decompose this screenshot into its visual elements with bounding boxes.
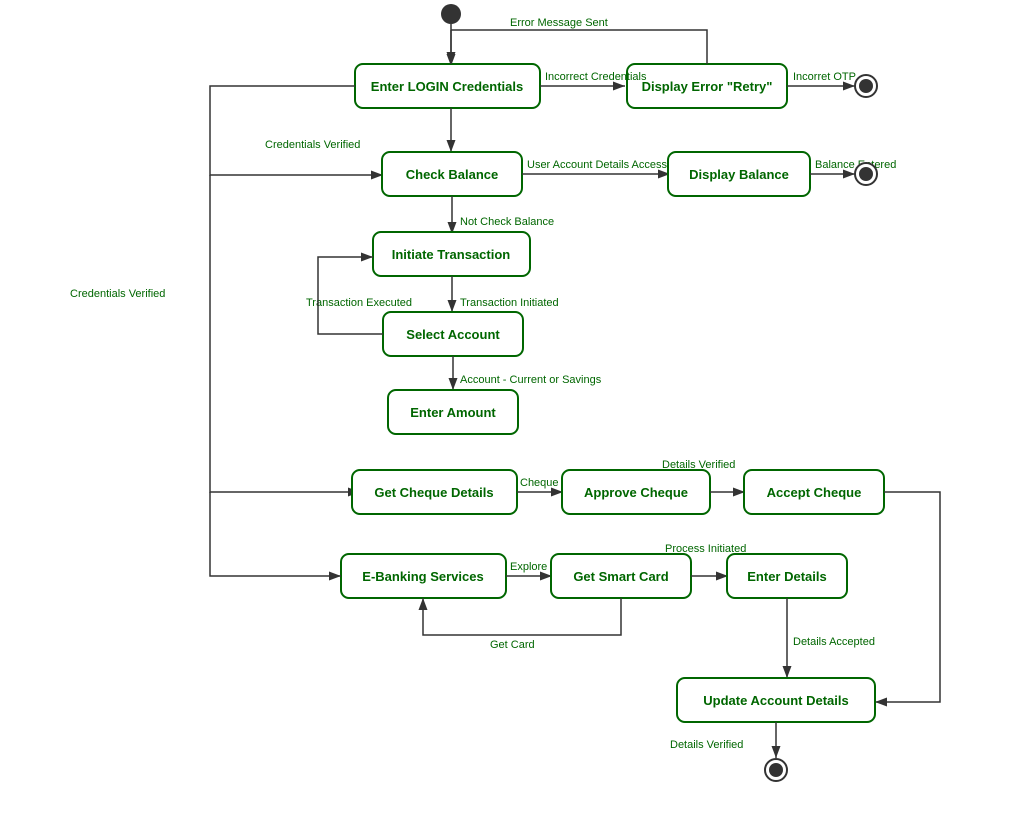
details-accepted-label: Details Accepted bbox=[793, 636, 875, 648]
enteramt-label: Enter Amount bbox=[410, 405, 496, 420]
login-label: Enter LOGIN Credentials bbox=[371, 79, 523, 94]
details-verified-label: Details Verified bbox=[662, 459, 735, 471]
getcard-label: Get Card bbox=[490, 639, 535, 651]
final-state-2-inner bbox=[859, 167, 873, 181]
incorrect-creds-label: Incorrect Credentials bbox=[545, 71, 647, 83]
user-acc-label: User Account Details Accessed bbox=[527, 159, 679, 171]
acceptcheque-label: Accept Cheque bbox=[767, 485, 862, 500]
details-verified2-label: Details Verified bbox=[670, 739, 743, 751]
getcard-path bbox=[423, 598, 621, 635]
diagram-svg: Enter LOGIN Credentials Display Error "R… bbox=[0, 0, 1022, 810]
getcheque-label: Get Cheque Details bbox=[374, 485, 493, 500]
selectacc-label: Select Account bbox=[406, 327, 500, 342]
accept-to-update-path bbox=[875, 492, 940, 702]
approvecheque-label: Approve Cheque bbox=[584, 485, 688, 500]
checkbal-label: Check Balance bbox=[406, 167, 499, 182]
not-checkbal-label: Not Check Balance bbox=[460, 216, 554, 228]
initial-state bbox=[441, 4, 461, 24]
trans-executed-label: Transaction Executed bbox=[306, 297, 412, 309]
final-state-1-inner bbox=[859, 79, 873, 93]
explore-label: Explore bbox=[510, 561, 547, 573]
error-msg-arrow bbox=[451, 30, 707, 64]
updateacc-label: Update Account Details bbox=[703, 693, 848, 708]
enterdetails-label: Enter Details bbox=[747, 569, 826, 584]
trans-initiated-label: Transaction Initiated bbox=[460, 297, 559, 309]
creds-verified2-label: Credentials Verified bbox=[265, 139, 360, 151]
displaybal-label: Display Balance bbox=[689, 167, 789, 182]
error-msg-label: Error Message Sent bbox=[510, 17, 608, 29]
incorrect-otp-label: Incorret OTP bbox=[793, 71, 856, 83]
smartcard-label: Get Smart Card bbox=[573, 569, 668, 584]
left-outer-path bbox=[210, 492, 341, 576]
creds-verified-label: Credentials Verified bbox=[70, 288, 165, 300]
ebanking-label: E-Banking Services bbox=[362, 569, 483, 584]
final-state-3-inner bbox=[769, 763, 783, 777]
initiate-label: Initiate Transaction bbox=[392, 247, 511, 262]
acc-type-label: Account - Current or Savings bbox=[460, 374, 602, 386]
error-label: Display Error "Retry" bbox=[642, 79, 773, 94]
